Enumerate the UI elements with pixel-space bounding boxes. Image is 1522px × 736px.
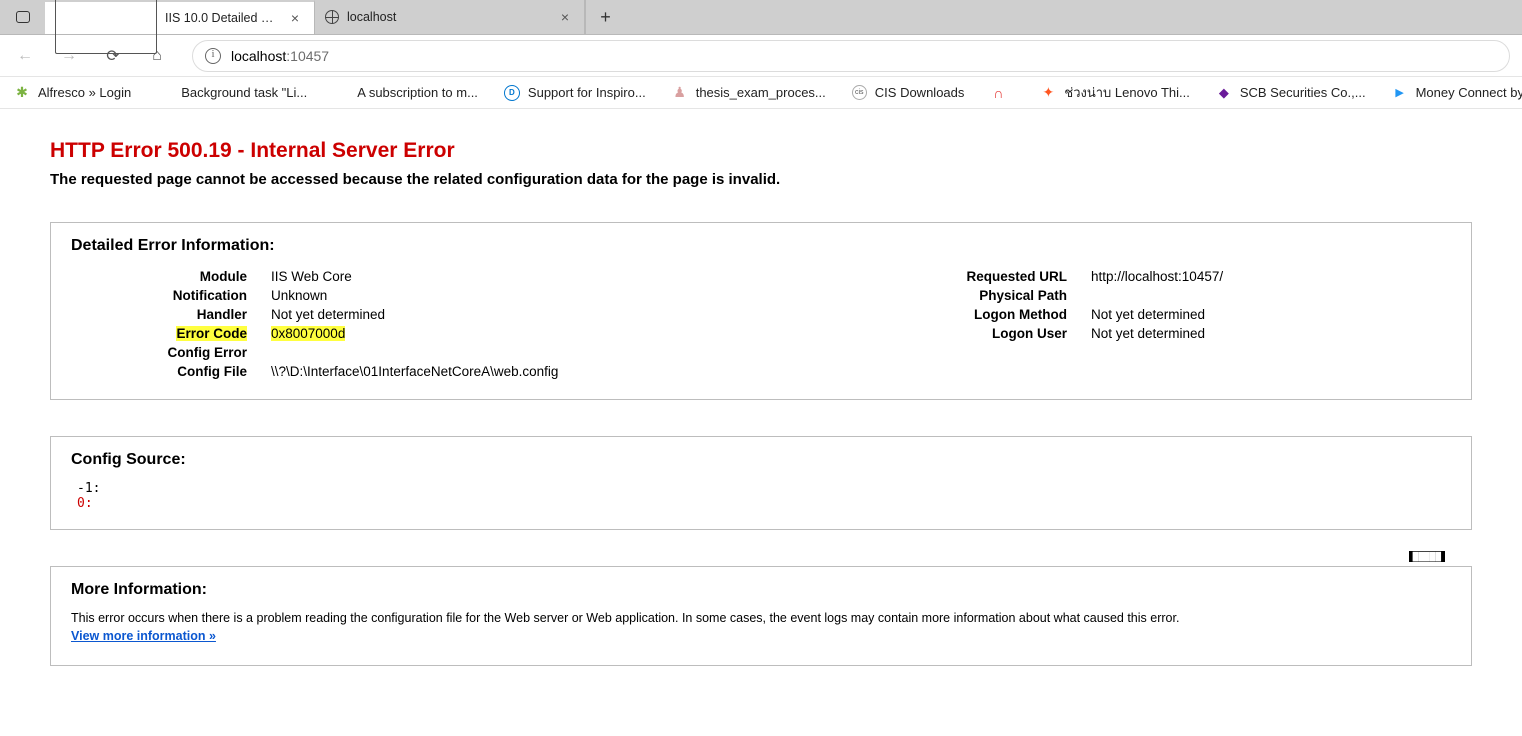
bookmark-label: SCB Securities Co.,... <box>1240 85 1366 100</box>
address-bar[interactable]: localhost:10457 <box>192 40 1510 72</box>
config-source-line-1: -1: <box>77 481 1451 496</box>
close-icon[interactable]: × <box>556 9 574 25</box>
notification-value: Unknown <box>271 288 327 303</box>
dell-icon: D <box>504 85 520 101</box>
bookmark-background-task[interactable]: Background task "Li... <box>157 85 307 101</box>
browser-toolbar: ← → ⟳ ⌂ localhost:10457 <box>0 35 1522 77</box>
microsoft-icon <box>333 85 349 101</box>
error-code-value: 0x8007000d <box>271 326 345 341</box>
module-value: IIS Web Core <box>271 269 352 284</box>
lenovo-icon: ✦ <box>1040 85 1056 101</box>
new-tab-button[interactable]: + <box>585 0 625 34</box>
window-icon <box>16 11 30 23</box>
more-info-block: █████ More Information: This error occur… <box>50 566 1472 666</box>
scb-icon: ◆ <box>1216 85 1232 101</box>
error-code-label: Error Code <box>71 326 271 341</box>
bookmark-label: Support for Inspiro... <box>528 85 646 100</box>
config-source-block: Config Source: -1: 0: <box>50 436 1472 530</box>
logon-user-value: Not yet determined <box>1091 326 1205 341</box>
handler-label: Handler <box>71 307 271 322</box>
bookmark-subscription[interactable]: A subscription to m... <box>333 85 478 101</box>
globe-icon <box>325 10 339 24</box>
bookmark-cis-downloads[interactable]: cis CIS Downloads <box>852 85 965 100</box>
page-content: HTTP Error 500.19 - Internal Server Erro… <box>0 109 1522 706</box>
money-icon: ▶ <box>1392 85 1408 101</box>
more-info-heading: More Information: <box>71 581 1451 599</box>
bookmark-label: Alfresco » Login <box>38 85 131 100</box>
notification-label: Notification <box>71 288 271 303</box>
error-right-table: Requested URLhttp://localhost:10457/ Phy… <box>761 267 1451 381</box>
bookmark-label: ช่วงน่าบ Lenovo Thi... <box>1064 82 1189 103</box>
tab-title: localhost <box>347 10 548 24</box>
detailed-error-heading: Detailed Error Information: <box>71 237 1451 255</box>
handler-value: Not yet determined <box>271 307 385 322</box>
config-source-heading: Config Source: <box>71 451 1451 469</box>
bookmark-label: thesis_exam_proces... <box>696 85 826 100</box>
bookmark-label: Background task "Li... <box>181 85 307 100</box>
physical-path-label: Physical Path <box>761 288 1091 303</box>
config-source-line-2: 0: <box>77 496 1451 511</box>
error-subtitle: The requested page cannot be accessed be… <box>50 171 1472 188</box>
site-info-icon[interactable] <box>205 48 221 64</box>
back-button[interactable]: ← <box>12 43 38 69</box>
close-icon[interactable]: × <box>286 10 304 26</box>
logon-user-label: Logon User <box>761 326 1091 341</box>
view-more-information-link[interactable]: View more information » <box>71 629 216 643</box>
requested-url-value: http://localhost:10457/ <box>1091 269 1223 284</box>
config-file-value: \\?\D:\Interface\01InterfaceNetCoreA\web… <box>271 364 558 379</box>
config-error-label: Config Error <box>71 345 271 360</box>
bookmark-label: CIS Downloads <box>875 85 965 100</box>
bookmark-lenovo[interactable]: ✦ ช่วงน่าบ Lenovo Thi... <box>1040 82 1189 103</box>
url-port: :10457 <box>286 48 329 64</box>
detailed-error-block: Detailed Error Information: ModuleIIS We… <box>50 222 1472 400</box>
module-label: Module <box>71 269 271 284</box>
microsoft-icon <box>157 85 173 101</box>
thesis-icon: ♟ <box>672 85 688 101</box>
tab-inactive[interactable]: localhost × <box>315 0 585 34</box>
error-title: HTTP Error 500.19 - Internal Server Erro… <box>50 139 1472 163</box>
watermark-icon: █████ <box>1409 551 1445 562</box>
alfresco-icon: ✱ <box>14 85 30 101</box>
error-left-table: ModuleIIS Web Core NotificationUnknown H… <box>71 267 731 381</box>
bookmark-money-connect[interactable]: ▶ Money Connect by... <box>1392 85 1522 101</box>
logon-method-label: Logon Method <box>761 307 1091 322</box>
bookmark-support-inspiro[interactable]: D Support for Inspiro... <box>504 85 646 101</box>
bookmarks-bar: ✱ Alfresco » Login Background task "Li..… <box>0 77 1522 109</box>
cis-icon: cis <box>852 85 867 100</box>
bookmark-scb[interactable]: ◆ SCB Securities Co.,... <box>1216 85 1366 101</box>
bookmark-alfresco[interactable]: ✱ Alfresco » Login <box>14 85 131 101</box>
bookmark-label: A subscription to m... <box>357 85 478 100</box>
arc-icon: ∩ <box>990 85 1006 101</box>
bookmark-arc[interactable]: ∩ <box>990 85 1014 101</box>
bookmark-thesis-exam[interactable]: ♟ thesis_exam_proces... <box>672 85 826 101</box>
url-text: localhost:10457 <box>231 48 329 64</box>
bookmark-label: Money Connect by... <box>1416 85 1522 100</box>
logon-method-value: Not yet determined <box>1091 307 1205 322</box>
url-host: localhost <box>231 48 286 64</box>
config-file-label: Config File <box>71 364 271 379</box>
tab-title: IIS 10.0 Detailed Error - 500.19 - <box>165 11 278 25</box>
requested-url-label: Requested URL <box>761 269 1091 284</box>
page-icon <box>55 0 157 54</box>
app-menu-button[interactable] <box>0 0 45 34</box>
browser-tabstrip: IIS 10.0 Detailed Error - 500.19 - × loc… <box>0 0 1522 35</box>
tab-active[interactable]: IIS 10.0 Detailed Error - 500.19 - × <box>45 0 315 34</box>
more-info-text: This error occurs when there is a proble… <box>71 611 1451 625</box>
